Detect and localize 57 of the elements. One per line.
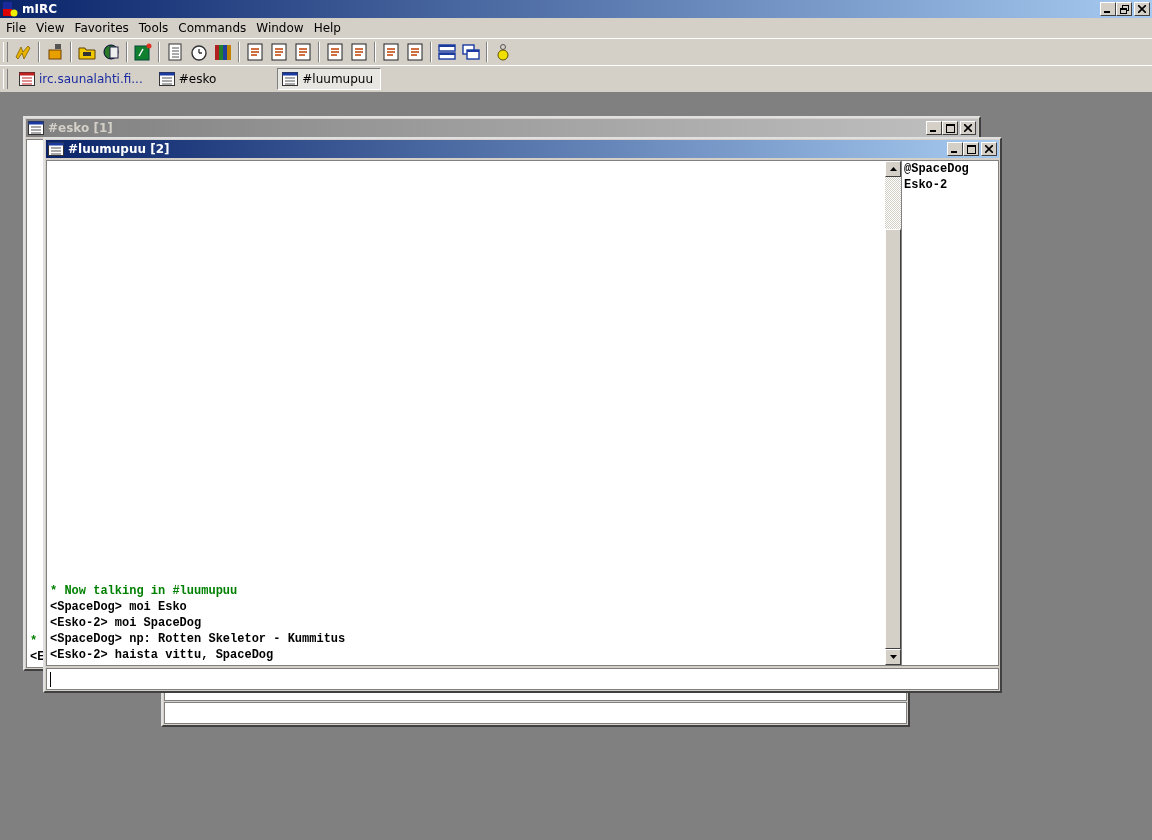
window-title: #esko [1] [48, 121, 113, 135]
nick-item[interactable]: @SpaceDog [904, 161, 969, 177]
lightning-icon[interactable] [14, 43, 32, 61]
scroll-up-icon[interactable] [889, 167, 897, 171]
chat-line: <Esko-2> haista vittu, SpaceDog [50, 647, 274, 663]
notebook-icon[interactable] [166, 43, 184, 61]
menu-item[interactable]: Tools [133, 21, 174, 35]
clock-icon[interactable] [190, 43, 208, 61]
chat-line: <SpaceDog> moi Esko [50, 599, 187, 615]
minimize-button[interactable] [947, 142, 963, 156]
minimize-button[interactable] [1100, 2, 1116, 16]
minimize-button[interactable] [926, 121, 942, 135]
scroll-down-icon[interactable] [889, 655, 897, 659]
scrollbar[interactable] [885, 161, 901, 665]
cascade-windows-icon[interactable] [462, 43, 480, 61]
close-icon[interactable] [964, 124, 972, 132]
switchbar-tab[interactable]: #esko [153, 68, 222, 90]
window-title: #luumupuu [2] [68, 142, 170, 156]
person-icon[interactable] [494, 43, 512, 61]
app-logo-icon [2, 1, 18, 17]
chat-line: <E [30, 649, 45, 665]
chat-line: <SpaceDog> np: Rotten Skeletor - Kummitus [50, 631, 346, 647]
globe-icon[interactable] [102, 43, 120, 61]
menu-item[interactable]: File [1, 21, 32, 35]
books-icon[interactable] [214, 43, 232, 61]
document-icon[interactable] [294, 43, 312, 61]
close-button[interactable] [1134, 2, 1150, 16]
toolbox-icon[interactable] [46, 43, 64, 61]
document-icon[interactable] [326, 43, 344, 61]
tile-windows-icon[interactable] [438, 43, 456, 61]
chat-line: <Esko-2> moi SpaceDog [50, 615, 202, 631]
document-icon[interactable] [270, 43, 288, 61]
menu-item[interactable]: Favorites [69, 21, 134, 35]
channel-icon[interactable] [282, 72, 299, 86]
chat-line: * [30, 633, 38, 649]
document-icon[interactable] [246, 43, 264, 61]
menu-item[interactable]: Window [251, 21, 309, 35]
menu-item[interactable]: View [31, 21, 70, 35]
switchbar-tab[interactable]: irc.saunalahti.fi... [14, 68, 148, 90]
editor-icon[interactable] [134, 43, 152, 61]
close-button[interactable] [960, 121, 976, 135]
document-icon[interactable] [382, 43, 400, 61]
document-icon[interactable] [406, 43, 424, 61]
document-icon[interactable] [350, 43, 368, 61]
menu-item[interactable]: Help [308, 21, 346, 35]
scroll-thumb[interactable] [885, 229, 901, 649]
close-button[interactable] [981, 142, 997, 156]
app-title: mIRC [22, 2, 57, 16]
switchbar-tab[interactable]: #luumupuu [277, 68, 382, 90]
chat-line: * Now talking in #luumupuu [50, 583, 238, 599]
close-icon[interactable] [1138, 5, 1146, 13]
close-icon[interactable] [985, 145, 993, 153]
menu-item[interactable]: Commands [173, 21, 252, 35]
message-input-field[interactable] [46, 668, 999, 690]
nick-item[interactable]: Esko-2 [904, 177, 948, 193]
server-window-icon[interactable] [19, 72, 35, 86]
channel-icon[interactable] [158, 72, 175, 86]
